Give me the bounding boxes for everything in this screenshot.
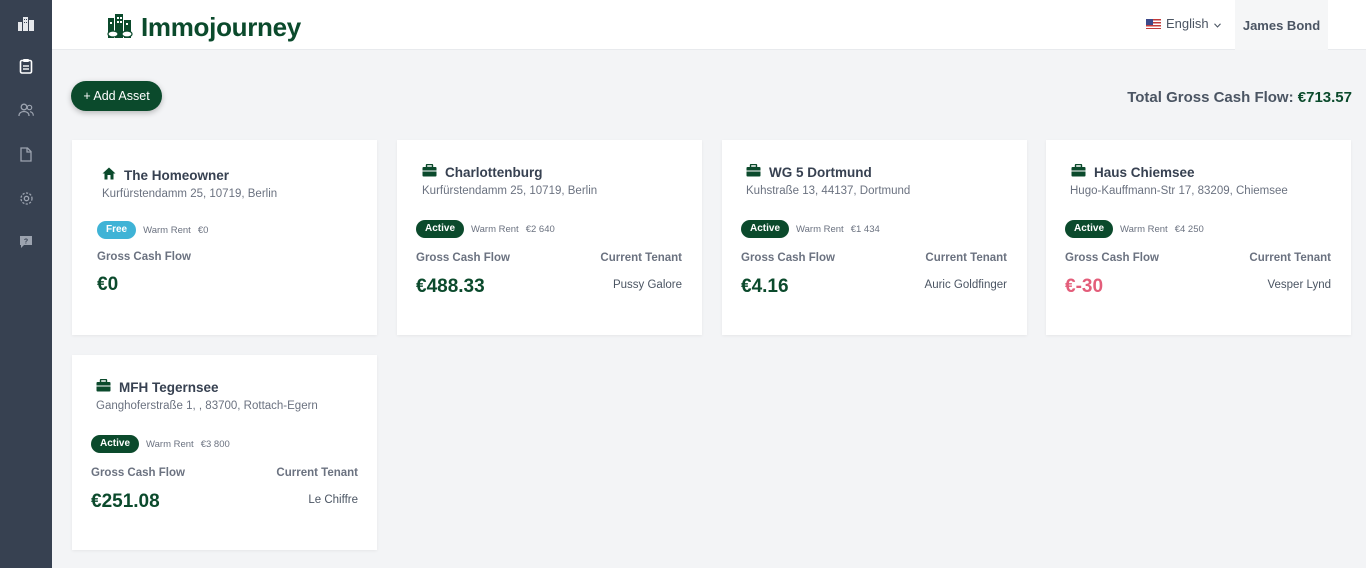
warm-rent-value: €2 640 bbox=[525, 223, 555, 235]
asset-name: MFH Tegernsee bbox=[119, 379, 219, 395]
current-tenant-label: Current Tenant bbox=[276, 467, 358, 479]
add-asset-button[interactable]: + Add Asset bbox=[71, 81, 162, 111]
clipboard-icon[interactable] bbox=[16, 56, 36, 76]
current-tenant-label: Current Tenant bbox=[1249, 252, 1331, 264]
gross-cash-flow-value: €251.08 bbox=[91, 491, 160, 512]
user-menu[interactable]: James Bond bbox=[1235, 0, 1328, 50]
asset-card[interactable]: Haus Chiemsee Hugo-Kauffmann-Str 17, 832… bbox=[1046, 140, 1351, 335]
status-badge: Active bbox=[91, 435, 140, 453]
asset-address: Kurfürstendamm 25, 10719, Berlin bbox=[422, 185, 598, 197]
asset-card[interactable]: WG 5 Dortmund Kuhstraße 13, 44137, Dortm… bbox=[722, 140, 1027, 335]
gross-cash-flow-value: €-30 bbox=[1065, 276, 1104, 297]
briefcase-icon bbox=[746, 163, 761, 180]
warm-rent-value: €4 250 bbox=[1174, 223, 1204, 235]
warm-rent-label: Warm Rent bbox=[471, 223, 519, 235]
gross-cash-flow-label: Gross Cash Flow bbox=[1065, 252, 1159, 264]
gross-cash-flow-value: €4.16 bbox=[741, 276, 789, 297]
briefcase-icon bbox=[1071, 163, 1086, 180]
chat-icon[interactable]: ? bbox=[16, 232, 36, 252]
current-tenant-label: Current Tenant bbox=[600, 252, 682, 264]
current-tenant-name: Le Chiffre bbox=[308, 494, 358, 506]
warm-rent-label: Warm Rent bbox=[1120, 223, 1168, 235]
asset-card[interactable]: The Homeowner Kurfürstendamm 25, 10719, … bbox=[72, 140, 377, 335]
svg-text:?: ? bbox=[24, 239, 28, 246]
gear-icon[interactable] bbox=[16, 188, 36, 208]
buildings-logo-icon[interactable] bbox=[17, 14, 35, 32]
asset-card[interactable]: Charlottenburg Kurfürstendamm 25, 10719,… bbox=[397, 140, 702, 335]
warm-rent-label: Warm Rent bbox=[143, 224, 191, 236]
sidebar: ? bbox=[0, 0, 52, 568]
top-header: Immojourney English James Bond bbox=[52, 0, 1366, 50]
gross-cash-flow-label: Gross Cash Flow bbox=[741, 252, 835, 264]
asset-name: WG 5 Dortmund bbox=[769, 164, 872, 180]
warm-rent-label: Warm Rent bbox=[796, 223, 844, 235]
chevron-down-icon bbox=[1213, 16, 1221, 31]
briefcase-icon bbox=[96, 378, 111, 395]
asset-address: Kurfürstendamm 25, 10719, Berlin bbox=[102, 188, 278, 200]
immojourney-logo-icon bbox=[105, 10, 135, 45]
asset-address: Ganghoferstraße 1, , 83700, Rottach-Eger… bbox=[96, 400, 318, 412]
current-tenant-name: Pussy Galore bbox=[612, 279, 682, 291]
status-badge: Free bbox=[97, 221, 137, 239]
gross-cash-flow-label: Gross Cash Flow bbox=[91, 467, 185, 479]
current-tenant-name: Auric Goldfinger bbox=[924, 279, 1007, 291]
app-name: Immojourney bbox=[141, 12, 301, 42]
asset-name: Haus Chiemsee bbox=[1094, 164, 1195, 180]
brand[interactable]: Immojourney bbox=[105, 10, 301, 45]
gross-cash-flow-label: Gross Cash Flow bbox=[97, 251, 191, 263]
total-gross-cash-flow: Total Gross Cash Flow: €713.57 bbox=[1127, 89, 1352, 106]
briefcase-icon bbox=[422, 163, 437, 180]
current-tenant-name: Vesper Lynd bbox=[1267, 279, 1331, 291]
current-tenant-label: Current Tenant bbox=[925, 252, 1007, 264]
document-icon[interactable] bbox=[16, 144, 36, 164]
status-badge: Active bbox=[416, 220, 465, 238]
users-icon[interactable] bbox=[16, 100, 36, 120]
total-label: Total Gross Cash Flow: bbox=[1127, 89, 1294, 106]
warm-rent-value: €3 800 bbox=[200, 438, 230, 450]
asset-address: Kuhstraße 13, 44137, Dortmund bbox=[746, 185, 911, 197]
warm-rent-label: Warm Rent bbox=[146, 438, 194, 450]
gross-cash-flow-value: €0 bbox=[97, 274, 119, 295]
gross-cash-flow-value: €488.33 bbox=[416, 276, 485, 297]
total-value: €713.57 bbox=[1297, 89, 1352, 106]
status-badge: Active bbox=[741, 220, 790, 238]
asset-name: The Homeowner bbox=[124, 167, 230, 183]
asset-card[interactable]: MFH Tegernsee Ganghoferstraße 1, , 83700… bbox=[72, 355, 377, 550]
asset-address: Hugo-Kauffmann-Str 17, 83209, Chiemsee bbox=[1070, 185, 1288, 197]
warm-rent-value: €1 434 bbox=[850, 223, 880, 235]
asset-name: Charlottenburg bbox=[445, 164, 543, 180]
language-selector[interactable]: English bbox=[1146, 16, 1221, 31]
house-icon bbox=[102, 167, 116, 183]
status-badge: Active bbox=[1065, 220, 1114, 238]
us-flag-icon bbox=[1146, 18, 1161, 29]
gross-cash-flow-label: Gross Cash Flow bbox=[416, 252, 510, 264]
warm-rent-value: €0 bbox=[197, 224, 209, 236]
language-label: English bbox=[1166, 16, 1209, 31]
